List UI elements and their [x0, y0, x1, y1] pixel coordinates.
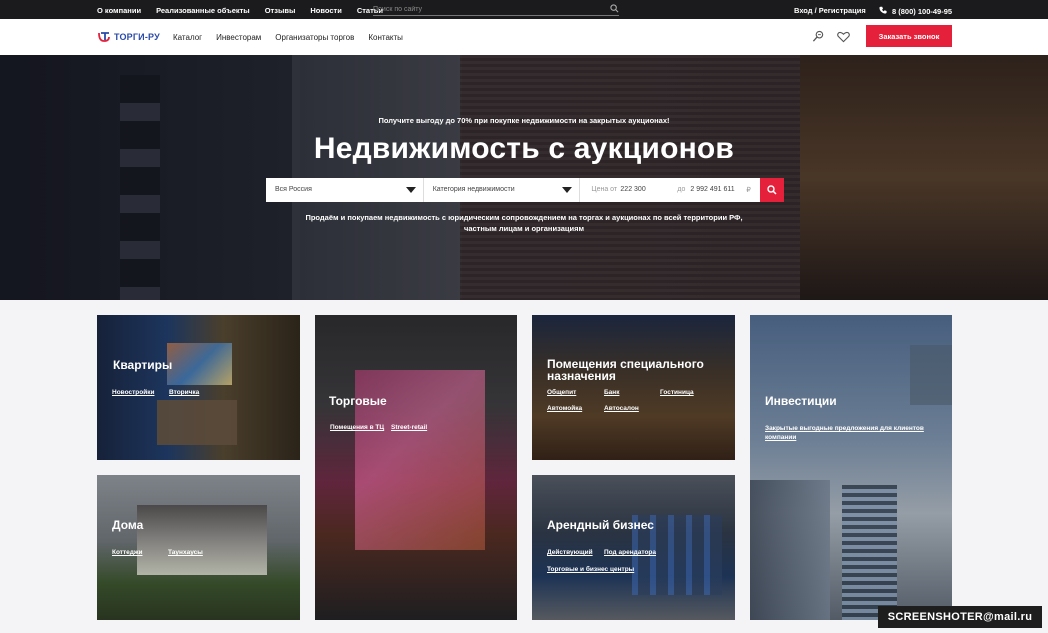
currency-sign: ₽	[746, 187, 751, 194]
link-shopping-business-centers[interactable]: Торговые и бизнес центры	[547, 566, 634, 573]
hero-subtitle: Получите выгоду до 70% при покупке недви…	[378, 116, 670, 125]
site-search	[373, 4, 619, 16]
region-select[interactable]: Вся Россия	[266, 178, 424, 202]
top-nav-about[interactable]: О компании	[97, 6, 141, 15]
link-bank[interactable]: Банк	[604, 389, 619, 396]
link-operating-business[interactable]: Действующий	[547, 549, 593, 556]
search-submit-button[interactable]	[760, 178, 784, 202]
link-mall-premises[interactable]: Помещения в ТЦ	[330, 424, 384, 431]
nav-catalog[interactable]: Каталог	[173, 33, 202, 42]
link-street-retail[interactable]: Street-retail	[391, 424, 427, 431]
category-select[interactable]: Категория недвижимости	[424, 178, 581, 202]
link-hotel[interactable]: Гостиница	[660, 389, 694, 396]
card-rental-title: Арендный бизнес	[547, 518, 654, 532]
card-special-purpose[interactable]: Помещения специального назначения Общепи…	[532, 315, 735, 460]
watermark: SCREENSHOTER@mail.ru	[878, 606, 1042, 628]
hero-description-line-2: частным лицам и организациям	[463, 224, 585, 233]
card-apartments-title: Квартиры	[113, 358, 173, 372]
phone-number: 8 (800) 100-49-95	[892, 6, 953, 16]
main-header: ТОРГИ-РУ Каталог Инвесторам Организаторы…	[0, 19, 1048, 55]
card-investments-tower-1	[750, 480, 830, 620]
top-nav-reviews[interactable]: Отзывы	[265, 6, 296, 15]
card-investments[interactable]: Инвестиции Закрытые выгодные предложения…	[750, 315, 952, 620]
hero-title: Недвижимость с аукционов	[313, 132, 735, 165]
top-nav-projects[interactable]: Реализованные объекты	[156, 6, 250, 15]
link-catering[interactable]: Общепит	[547, 389, 576, 396]
top-nav: О компании Реализованные объекты Отзывы …	[97, 6, 383, 15]
top-bar: О компании Реализованные объекты Отзывы …	[0, 0, 1048, 19]
card-investments-tower-3	[910, 345, 952, 405]
top-nav-news[interactable]: Новости	[310, 6, 341, 15]
price-from-label: Цена от	[591, 186, 618, 193]
card-investments-title: Инвестиции	[765, 394, 837, 408]
caret-down-icon	[562, 187, 573, 193]
compare-icon[interactable]	[812, 30, 825, 48]
link-for-tenant[interactable]: Под арендатора	[604, 549, 656, 556]
site-search-input[interactable]	[373, 4, 603, 15]
card-houses-house	[137, 505, 267, 575]
card-rental-business[interactable]: Арендный бизнес Действующий Под арендато…	[532, 475, 735, 620]
region-select-value: Вся Россия	[275, 186, 312, 193]
card-special-title: Помещения специального назначения	[547, 358, 704, 382]
link-exclusive-offers-line-2: компании	[765, 434, 797, 441]
price-from-input[interactable]: 222 300	[620, 186, 645, 193]
price-to-label: до	[677, 186, 686, 193]
price-range[interactable]: Цена от 222 300 до 2 992 491 611 ₽	[580, 178, 760, 202]
card-houses[interactable]: Дома Коттеджи Таунхаусы	[97, 475, 300, 620]
logo-text: ТОРГИ-РУ	[114, 32, 160, 42]
card-special-purpose-shade	[532, 315, 735, 460]
search-icon	[767, 185, 777, 195]
logo-icon	[98, 32, 110, 42]
card-investments-tower-2	[842, 485, 897, 620]
link-resale[interactable]: Вторичка	[169, 389, 199, 396]
property-search-bar: Вся Россия Категория недвижимости Цена о…	[266, 178, 784, 202]
nav-organizers[interactable]: Организаторы торгов	[275, 33, 354, 42]
hero-description-line-1: Продаём и покупаем недвижимость с юридич…	[305, 213, 743, 222]
nav-contacts[interactable]: Контакты	[368, 33, 403, 42]
category-select-value: Категория недвижимости	[432, 186, 515, 193]
link-cottages[interactable]: Коттеджи	[112, 549, 143, 556]
hero-banner: Получите выгоду до 70% при покупке недви…	[0, 55, 1048, 300]
card-apartments[interactable]: Квартиры Новостройки Вторичка	[97, 315, 300, 460]
price-to-input[interactable]: 2 992 491 611	[690, 186, 734, 193]
search-icon[interactable]	[610, 4, 619, 15]
phone-icon	[879, 6, 887, 16]
nav-investors[interactable]: Инвесторам	[216, 33, 261, 42]
link-car-dealership[interactable]: Автосалон	[604, 405, 639, 412]
card-retail[interactable]: Торговые Помещения в ТЦ Street-retail	[315, 315, 517, 620]
request-call-button[interactable]: Заказать звонок	[866, 25, 952, 47]
main-nav: Каталог Инвесторам Организаторы торгов К…	[173, 33, 403, 42]
caret-down-icon	[405, 187, 416, 193]
card-retail-title: Торговые	[329, 394, 387, 408]
link-exclusive-offers-line-1: Закрытые выгодные предложения для клиент…	[765, 425, 924, 432]
card-houses-title: Дома	[112, 518, 144, 532]
link-car-wash[interactable]: Автомойка	[547, 405, 582, 412]
hero-description: Продаём и покупаем недвижимость с юридич…	[0, 212, 1048, 234]
card-apartments-dresser	[157, 400, 237, 445]
link-new-buildings[interactable]: Новостройки	[112, 389, 154, 396]
link-exclusive-offers[interactable]: Закрытые выгодные предложения для клиент…	[765, 424, 924, 442]
login-link[interactable]: Вход / Регистрация	[794, 6, 866, 15]
card-apartments-painting	[167, 343, 232, 385]
link-townhouses[interactable]: Таунхаусы	[168, 549, 203, 556]
phone[interactable]: 8 (800) 100-49-95	[879, 6, 952, 16]
favorites-heart-icon[interactable]	[837, 30, 850, 48]
card-special-title-line-2: назначения	[547, 369, 616, 383]
logo[interactable]: ТОРГИ-РУ	[97, 31, 160, 43]
